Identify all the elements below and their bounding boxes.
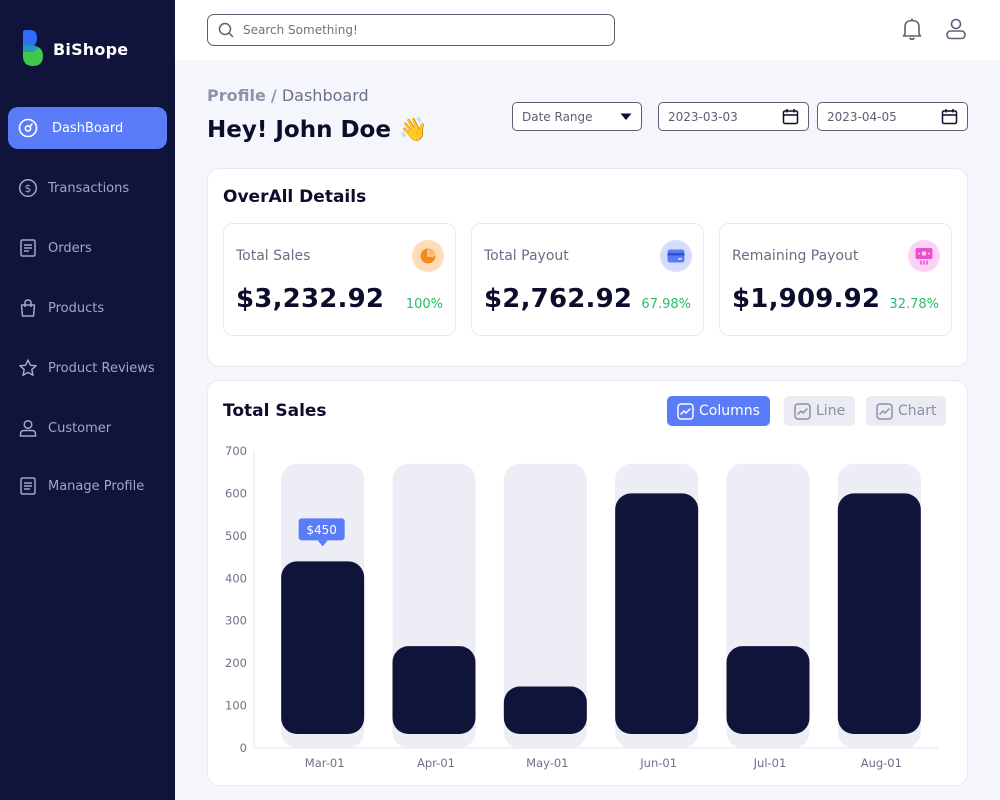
topbar bbox=[175, 0, 1000, 60]
x-tick-label: Jun-01 bbox=[639, 756, 677, 770]
caret-down-icon bbox=[620, 113, 632, 121]
search-input[interactable] bbox=[243, 23, 583, 37]
stat-value: $3,232.92 bbox=[236, 284, 385, 314]
calendar-icon[interactable] bbox=[941, 108, 958, 125]
stat-card-total-sales[interactable]: Total Sales $3,232.92 100% bbox=[223, 223, 456, 336]
date-range-label: Date Range bbox=[522, 109, 593, 124]
waving-hand-emoji: 👋 bbox=[398, 117, 428, 143]
start-date-input[interactable]: 2023-03-03 bbox=[658, 102, 809, 131]
x-tick-label: Jul-01 bbox=[753, 756, 787, 770]
sidebar-item-label: Transactions bbox=[48, 180, 130, 196]
bar[interactable] bbox=[726, 646, 810, 734]
end-date-input[interactable]: 2023-04-05 bbox=[817, 102, 968, 131]
search-icon bbox=[218, 22, 234, 38]
sidebar-item-products[interactable]: Products bbox=[8, 287, 167, 329]
y-tick-label: 600 bbox=[225, 486, 247, 500]
cash-icon bbox=[908, 240, 940, 272]
x-tick-label: Aug-01 bbox=[861, 756, 902, 770]
receipt-icon bbox=[18, 238, 38, 258]
breadcrumb-root[interactable]: Profile bbox=[207, 86, 266, 105]
sidebar-item-label: Orders bbox=[48, 240, 92, 256]
sidebar-item-product-reviews[interactable]: Product Reviews bbox=[8, 347, 167, 389]
y-tick-label: 400 bbox=[225, 571, 247, 585]
x-tick-label: Mar-01 bbox=[305, 756, 345, 770]
y-tick-label: 200 bbox=[225, 656, 247, 670]
y-tick-label: 100 bbox=[225, 699, 247, 713]
stat-label: Total Sales bbox=[236, 248, 311, 264]
bell-icon[interactable] bbox=[900, 17, 924, 41]
x-tick-label: Apr-01 bbox=[417, 756, 455, 770]
x-tick-label: May-01 bbox=[526, 756, 568, 770]
overall-details-panel: OverAll Details Total Sales $3,232.92 10… bbox=[207, 168, 968, 367]
bar[interactable] bbox=[281, 561, 365, 734]
credit-card-icon bbox=[660, 240, 692, 272]
bar[interactable] bbox=[837, 493, 921, 734]
sidebar-item-label: Manage Profile bbox=[48, 478, 145, 494]
bar[interactable] bbox=[503, 686, 587, 734]
stat-value: $2,762.92 bbox=[484, 284, 633, 314]
brand[interactable]: BiShope bbox=[22, 30, 128, 68]
calendar-icon[interactable] bbox=[782, 108, 799, 125]
sidebar-item-manage-profile[interactable]: Manage Profile bbox=[8, 465, 167, 507]
document-icon bbox=[18, 476, 38, 496]
total-sales-chart: 0 100 200 300 400 500 600 700 Mar-01 Apr-01 May-01… bbox=[225, 444, 938, 770]
breadcrumb-separator: / bbox=[270, 86, 277, 105]
user-icon bbox=[18, 418, 38, 438]
y-tick-label: 0 bbox=[240, 741, 247, 755]
page-title: Hey! John Doe 👋 bbox=[207, 116, 428, 143]
end-date-value: 2023-04-05 bbox=[827, 109, 897, 124]
dashboard-icon bbox=[18, 118, 38, 138]
start-date-value: 2023-03-03 bbox=[668, 109, 738, 124]
tooltip-label: $450 bbox=[306, 523, 337, 537]
search-box[interactable] bbox=[207, 14, 615, 46]
pie-chart-icon bbox=[412, 240, 444, 272]
bar[interactable] bbox=[615, 493, 699, 734]
stat-percent: 32.78% bbox=[889, 297, 939, 312]
brand-name: BiShope bbox=[53, 39, 129, 59]
sidebar: BiShope DashBoard $ Transactions Orders … bbox=[0, 0, 175, 800]
stat-value: $1,909.92 bbox=[732, 284, 881, 314]
sidebar-item-label: Customer bbox=[48, 420, 112, 436]
stat-percent: 67.98% bbox=[641, 297, 691, 312]
greeting-text: Hey! John Doe bbox=[207, 117, 391, 143]
sidebar-item-orders[interactable]: Orders bbox=[8, 227, 167, 269]
y-tick-label: 300 bbox=[225, 614, 247, 628]
sidebar-item-label: Product Reviews bbox=[48, 360, 155, 376]
bag-icon bbox=[18, 298, 38, 318]
stat-card-remaining-payout[interactable]: Remaining Payout $1,909.92 32.78% bbox=[719, 223, 952, 336]
star-icon bbox=[18, 358, 38, 378]
sidebar-item-transactions[interactable]: $ Transactions bbox=[8, 167, 167, 209]
overall-details-title: OverAll Details bbox=[223, 187, 367, 207]
stat-label: Total Payout bbox=[484, 248, 569, 264]
stat-label: Remaining Payout bbox=[732, 248, 859, 264]
breadcrumb: Profile / Dashboard bbox=[207, 86, 369, 105]
sidebar-item-label: Products bbox=[48, 300, 105, 316]
sidebar-item-dashboard[interactable]: DashBoard bbox=[8, 107, 167, 149]
total-sales-panel: Total Sales Columns Line Chart 0 100 200 30… bbox=[207, 380, 968, 786]
y-tick-label: 700 bbox=[225, 444, 247, 458]
brand-logo-icon bbox=[22, 30, 44, 68]
y-tick-label: 500 bbox=[225, 529, 247, 543]
breadcrumb-current: Dashboard bbox=[281, 86, 369, 105]
dollar-circle-icon: $ bbox=[18, 178, 38, 198]
sidebar-item-customer[interactable]: Customer bbox=[8, 407, 167, 449]
date-range-select[interactable]: Date Range bbox=[512, 102, 642, 131]
sidebar-item-label: DashBoard bbox=[52, 120, 124, 136]
stat-percent: 100% bbox=[405, 297, 443, 312]
svg-text:$: $ bbox=[25, 182, 32, 195]
profile-user-icon[interactable] bbox=[944, 17, 968, 41]
stat-card-total-payout[interactable]: Total Payout $2,762.92 67.98% bbox=[471, 223, 704, 336]
bar[interactable] bbox=[392, 646, 476, 734]
